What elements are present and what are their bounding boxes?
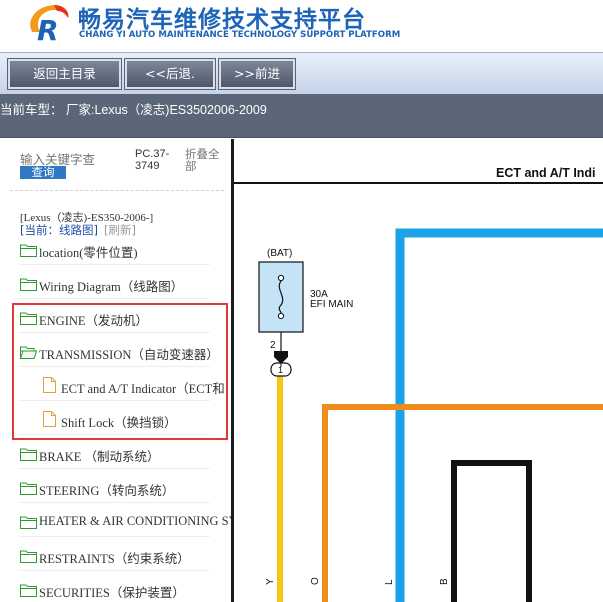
tree-row-divider (18, 502, 210, 503)
wiring-diagram: (BAT) 30A EFI MAIN 2 1 Y O L B ECT and A… (234, 139, 603, 602)
diagram-title: ECT and A/T Indi (496, 166, 596, 180)
highlight-annotation (12, 303, 228, 440)
orange-wire (322, 404, 603, 602)
efi-main-fuse (258, 261, 304, 333)
current-vehicle-text: 当前车型： 厂家:Lexus（凌志)ES3502006-2009 (0, 103, 267, 117)
wire-label-l: L (384, 579, 395, 585)
wire-label-b: B (439, 578, 450, 585)
tree-row-divider (18, 468, 210, 469)
refresh-link[interactable]: [刷新] (104, 223, 136, 237)
wire-label-o: O (310, 577, 321, 585)
tree-item-label: location(零件位置) (39, 246, 138, 260)
collapse-all-link[interactable]: 折叠全部 (185, 148, 225, 172)
nav-toolbar: 返回主目录 <<后退. >>前进 (0, 52, 603, 94)
svg-text:R: R (37, 14, 59, 46)
fuse-name-label: EFI MAIN (310, 299, 353, 310)
tree-item-label: SECURITIES（保护装置） (39, 586, 185, 600)
wire-label-y: Y (265, 578, 276, 585)
blue-wire (395, 228, 603, 602)
divider (10, 190, 224, 191)
site-header: R 畅易汽车维修技术支持平台 CHANG YI AUTO MAINTENANCE… (0, 0, 603, 52)
pin-label: 2 (270, 340, 276, 351)
site-title: 畅易汽车维修技术支持平台 (78, 7, 366, 33)
tree-item-label: RESTRAINTS（约束系统） (39, 552, 190, 566)
black-wire (451, 460, 532, 602)
wiring-diagram-canvas: (BAT) 30A EFI MAIN 2 1 Y O L B (234, 182, 603, 602)
current-label: [当前：线路图] (20, 223, 98, 237)
forward-button[interactable]: >>前进 (218, 58, 296, 90)
current-vehicle-bar: 当前车型： 厂家:Lexus（凌志)ES3502006-2009 (0, 94, 603, 138)
current-location: [当前：线路图] [刷新] (20, 222, 136, 238)
sidebar: 查询 PC.37-3749 折叠全部 [Lexus（凌志)-ES350-2006… (0, 139, 232, 602)
tree-row-divider (18, 298, 210, 299)
home-button[interactable]: 返回主目录 (7, 58, 122, 90)
tree-item-label: Wiring Diagram（线路图） (39, 280, 184, 294)
changyi-logo: R (30, 5, 69, 46)
app-window: R 畅易汽车维修技术支持平台 CHANG YI AUTO MAINTENANCE… (0, 0, 603, 602)
pc-code-label: PC.37-3749 (135, 148, 170, 172)
tree-row-divider (18, 570, 210, 571)
site-subtitle: CHANG YI AUTO MAINTENANCE TECHNOLOGY SUP… (79, 30, 401, 40)
back-button[interactable]: <<后退. (124, 58, 216, 90)
tree-row-divider (18, 264, 210, 265)
tree-item-label: STEERING（转向系统） (39, 484, 175, 498)
search-button[interactable]: 查询 (20, 166, 66, 179)
tree-item-label: HEATER & AIR CONDITIONING SYS (39, 514, 232, 528)
tree-row-divider (18, 536, 210, 537)
tree-item-label: BRAKE （制动系统） (39, 450, 160, 464)
connector-label: 1 (278, 365, 283, 375)
bat-label: (BAT) (267, 248, 292, 259)
